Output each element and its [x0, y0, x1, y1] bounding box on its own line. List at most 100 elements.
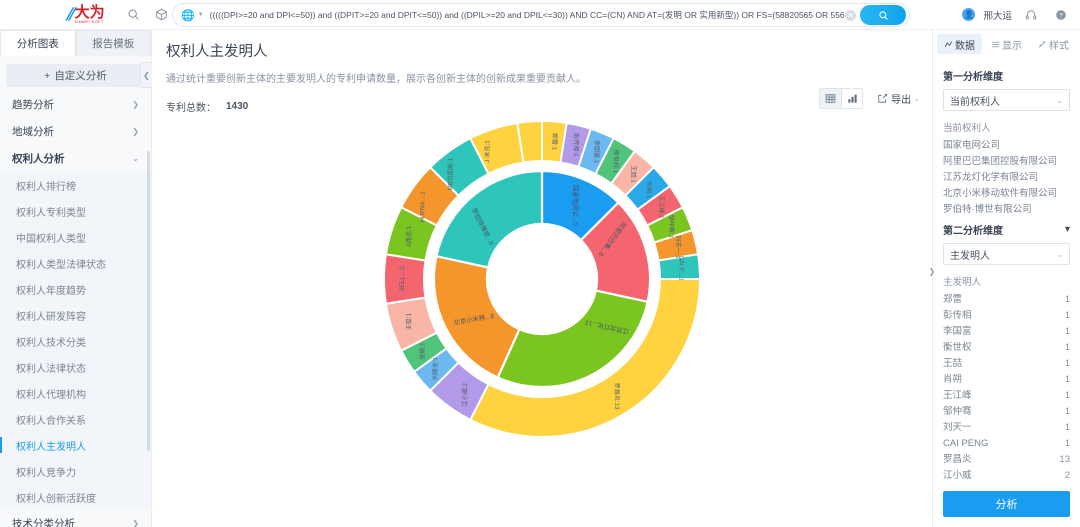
- menu-group-label: 技术分类分析: [12, 518, 75, 527]
- table-view-icon[interactable]: [820, 89, 842, 108]
- sidebar-item-assignee-cooperation[interactable]: 权利人合作关系: [0, 406, 151, 432]
- sidebar-item-assignee-competitiveness[interactable]: 权利人竞争力: [0, 458, 151, 484]
- list-item[interactable]: 罗伯特·博世有限公司: [943, 203, 1070, 216]
- list-item[interactable]: 李国富 1: [943, 325, 1070, 338]
- list-item[interactable]: 北京小米移动软件有限公司: [943, 187, 1070, 200]
- outer-label-aluke: A路克:1: [405, 225, 413, 247]
- sidebar-item-assignee-yearly-trend[interactable]: 权利人年度趋势: [0, 276, 151, 302]
- chevron-right-icon: ❯: [132, 519, 139, 527]
- list-item[interactable]: 阿里巴巴集团控股有限公司: [943, 155, 1070, 168]
- right-panel-collapse-button[interactable]: ❯: [927, 258, 937, 284]
- dimension2-select[interactable]: 主发明人 ⌄: [943, 243, 1070, 265]
- outer-label-zhangpeng: 张鹏:1: [418, 342, 426, 360]
- outer-label-hengshiquan: 衡世权:1: [612, 150, 620, 174]
- outer-label-luochangyan: 罗昌炎:13: [613, 383, 620, 410]
- list-item[interactable]: 江苏龙灯化学有限公司: [943, 171, 1070, 184]
- sidebar-item-assignee-agency[interactable]: 权利人代理机构: [0, 380, 151, 406]
- menu-group-label: 趋势分析: [12, 99, 54, 111]
- chevron-down-icon: ⌄: [914, 95, 920, 103]
- sidebar-item-assignee-main-inventor[interactable]: 权利人主发明人: [0, 432, 151, 458]
- sunburst-svg[interactable]: 国家电网公...5 阿里巴巴集...8 江苏龙灯化...13 北京小米移...8…: [342, 114, 742, 444]
- sidebar-item-assignee-patent-type[interactable]: 权利人专利类型: [0, 198, 151, 224]
- data-icon: [944, 40, 953, 47]
- assignee-submenu: 权利人排行榜 权利人专利类型 中国权利人类型 权利人类型法律状态 权利人年度趋势…: [0, 172, 151, 510]
- avatar[interactable]: 👤: [962, 8, 976, 21]
- outer-label-jmike: J·米克:1: [483, 140, 491, 163]
- list-item[interactable]: 衡世权 1: [943, 341, 1070, 354]
- sidebar-item-assignee-ranking[interactable]: 权利人排行榜: [0, 172, 151, 198]
- app-shell: 分析图表 报告模板 + 自定义分析 趋势分析 ❯ 地域分析 ❯ 权利人分析 ⌄: [0, 30, 1080, 527]
- list-item[interactable]: 王江峰 1: [943, 389, 1070, 402]
- sidebar-item-assignee-type-legal-status[interactable]: 权利人类型法律状态: [0, 250, 151, 276]
- list-item[interactable]: CAI PENG 1: [943, 437, 1070, 450]
- dimension1-select[interactable]: 当前权利人 ⌄: [943, 89, 1070, 111]
- outer-label-jiangxiaowei: 江小威:2: [461, 382, 469, 406]
- right-panel-body: 第一分析维度 当前权利人 ⌄ 当前权利人 国家电网公司 阿里巴巴集团控股有限公司…: [933, 58, 1080, 485]
- custom-analysis-label: 自定义分析: [54, 70, 107, 82]
- patent-total-value: 1430: [226, 101, 249, 112]
- outer-label-wangjun: 王俊:1: [405, 312, 413, 330]
- list-item[interactable]: 王喆 1: [943, 357, 1070, 370]
- search-input[interactable]: [209, 10, 845, 20]
- menu-group-tech-class[interactable]: 技术分类分析 ❯: [0, 510, 151, 527]
- list-item[interactable]: 罗昌炎 13: [943, 453, 1070, 466]
- list-item[interactable]: 彭传相 1: [943, 309, 1070, 322]
- right-panel-tabs: 数据 显示 样式: [933, 30, 1080, 58]
- sidebar-collapse-button[interactable]: ❮: [140, 62, 152, 88]
- sidebar-item-assignee-rd-team[interactable]: 权利人研发阵容: [0, 302, 151, 328]
- dimension1-list-title: 当前权利人: [943, 123, 991, 134]
- sidebar-item-assignee-tech-class[interactable]: 权利人技术分类: [0, 328, 151, 354]
- chevron-down-icon: ⌄: [132, 154, 139, 163]
- menu-group-label: 权利人分析: [12, 153, 65, 165]
- tab-data[interactable]: 数据: [937, 34, 982, 54]
- outer-label-liguofu: 李国富:1: [593, 140, 601, 164]
- logo-text: 大为: [74, 3, 105, 21]
- outer-label-wangzhe: 王喆:1: [630, 165, 638, 183]
- list-item[interactable]: 江小威 2: [943, 469, 1070, 482]
- sunburst-chart[interactable]: 国家电网公...5 阿里巴巴集...8 江苏龙灯化...13 北京小米移...8…: [166, 114, 918, 527]
- sidebar-item-assignee-legal-status[interactable]: 权利人法律状态: [0, 354, 151, 380]
- list-item[interactable]: 郑雷 1: [943, 293, 1070, 306]
- app-logo: ⫽ 大为 DAWEI SOFT: [66, 5, 106, 25]
- inner-label-sgcc: 国家电网公...5: [571, 185, 580, 226]
- style-icon: [1038, 40, 1046, 48]
- list-item[interactable]: 刘天一 1: [943, 421, 1070, 434]
- chevron-down-icon[interactable]: ▼: [198, 12, 204, 18]
- dimension2-list: 郑雷 1 彭传相 1 李国富 1 衡世权 1 王喆 1 肖朔 1 王江峰 1 邹仲骞 1 刘天一…: [943, 293, 1070, 485]
- menu-group-region[interactable]: 地域分析 ❯: [0, 118, 151, 145]
- bar-chart-view-icon[interactable]: [841, 89, 863, 108]
- sidebar-item-assignee-innovation-activity[interactable]: 权利人创新活跃度: [0, 484, 151, 510]
- analyze-button[interactable]: 分析: [943, 491, 1070, 517]
- menu-group-trend[interactable]: 趋势分析 ❯: [0, 91, 151, 118]
- globe-icon[interactable]: 🌐: [181, 9, 195, 22]
- right-panel: ❯ 数据 显示 样式 第一分析维度 当前权利人 ⌄ 当前权利人 国家电网公司 阿…: [929, 30, 1080, 527]
- dimension1-list: 国家电网公司 阿里巴巴集团控股有限公司 江苏龙灯化学有限公司 北京小米移动软件有…: [943, 139, 1070, 216]
- tab-report-templates[interactable]: 报告模板: [75, 30, 151, 56]
- tab-analysis-charts[interactable]: 分析图表: [0, 30, 76, 56]
- tab-style-label: 样式: [1049, 40, 1069, 52]
- clear-search-icon[interactable]: ✕: [845, 9, 856, 21]
- menu-group-assignee[interactable]: 权利人分析 ⌄: [0, 145, 151, 172]
- search-bar[interactable]: 🌐 ▼ ✕: [172, 3, 910, 27]
- chevron-down-icon[interactable]: ▾: [1065, 224, 1070, 235]
- custom-analysis-button[interactable]: + 自定义分析: [6, 64, 145, 87]
- search-icon[interactable]: [122, 4, 144, 26]
- sidebar-menu: 趋势分析 ❯ 地域分析 ❯ 权利人分析 ⌄ 权利人排行榜 权利人专利类型 中国权…: [0, 91, 151, 527]
- list-item[interactable]: 邹仲骞 1: [943, 405, 1070, 418]
- sidebar-item-cn-assignee-type[interactable]: 中国权利人类型: [0, 224, 151, 250]
- headset-icon[interactable]: [1020, 4, 1042, 26]
- dimension2-title: 第二分析维度 ▾: [943, 224, 1070, 237]
- list-item[interactable]: 肖朔 1: [943, 373, 1070, 386]
- outer-label-jiell: JIELL...:2: [399, 266, 406, 292]
- chart-toolbar: 导出 ⌄: [819, 88, 920, 109]
- cube-icon[interactable]: [150, 4, 172, 26]
- patent-total-row: 专利总数： 1430: [166, 99, 918, 114]
- export-button[interactable]: 导出 ⌄: [877, 91, 920, 106]
- sidebar-scrollbar[interactable]: [147, 151, 150, 451]
- search-submit-button[interactable]: [860, 5, 906, 25]
- help-icon[interactable]: ?: [1050, 4, 1072, 26]
- list-item[interactable]: 国家电网公司: [943, 139, 1070, 152]
- tab-style[interactable]: 样式: [1031, 34, 1076, 54]
- outer-label-mblatus: MB拉图斯:1: [446, 157, 454, 190]
- tab-display[interactable]: 显示: [984, 34, 1029, 54]
